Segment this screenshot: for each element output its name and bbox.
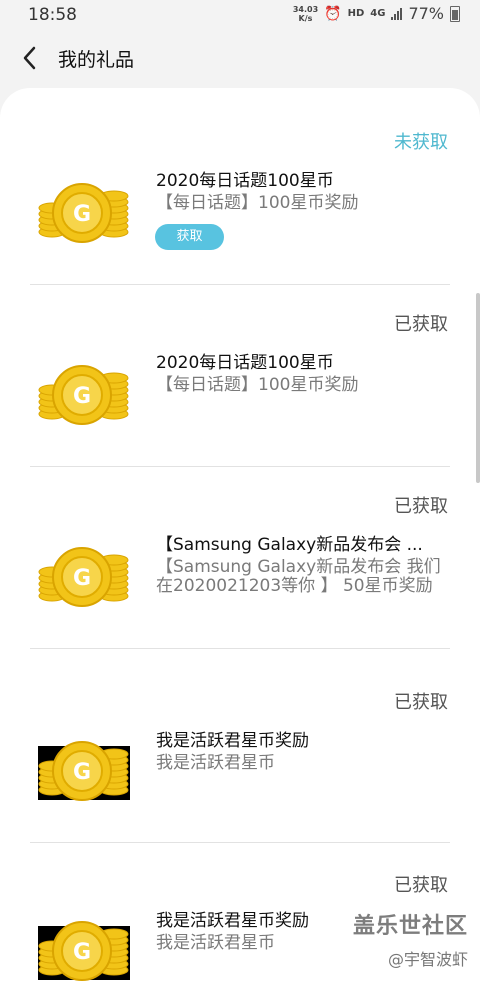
back-button[interactable] (16, 43, 46, 73)
back-arrow-icon (23, 46, 36, 70)
coin-icon: G (38, 921, 130, 981)
gift-title: 2020每日话题100星币 (156, 171, 334, 191)
svg-text:G: G (73, 760, 91, 785)
gift-desc: 我是活跃君星币 (156, 753, 275, 773)
net-speed-unit: K/s (298, 13, 313, 23)
gift-status: 已获取 (394, 314, 448, 335)
gift-desc: 【每日话题】100星币奖励 (156, 193, 359, 213)
gift-title: 【Samsung Galaxy新品发布会 ... (156, 535, 423, 555)
gift-title: 我是活跃君星币奖励 (156, 731, 309, 751)
net-speed: 34.03 K/s (293, 5, 318, 23)
battery-icon (450, 5, 460, 22)
coin-icon: G (38, 547, 129, 607)
gift-list-card: 未获取 G 2020每日话题100星币 【每日话题】100星币奖励 获取 已获取… (0, 88, 480, 1008)
gift-status: 未获取 (394, 132, 448, 153)
battery-percent: 77% (408, 4, 444, 23)
watermark: 盖乐世社区 @宇智波虾 (353, 908, 468, 970)
gift-status: 已获取 (394, 875, 448, 896)
hd-icon: HD (347, 8, 365, 19)
signal-icon (391, 7, 403, 20)
gift-desc: 【Samsung Galaxy新品发布会 我们在2020021203等你 】 5… (156, 557, 441, 596)
divider (30, 466, 450, 467)
divider (30, 284, 450, 285)
gift-status: 已获取 (394, 692, 448, 713)
net-speed-value: 34.03 (292, 4, 319, 14)
status-bar: 18:58 34.03 K/s ⏰ HD 4G 77% (0, 0, 480, 30)
gift-status: 已获取 (394, 496, 448, 517)
svg-text:G: G (73, 940, 91, 965)
claim-button[interactable]: 获取 (155, 224, 224, 250)
coin-icon: G (38, 365, 129, 425)
status-icons: 34.03 K/s ⏰ HD 4G 77% (293, 4, 460, 23)
svg-text:G: G (73, 566, 91, 591)
divider (30, 648, 450, 649)
gift-desc: 【每日话题】100星币奖励 (156, 375, 359, 395)
watermark-author: @宇智波虾 (387, 950, 468, 969)
divider (30, 842, 450, 843)
watermark-logo: 盖乐世社区 (352, 914, 468, 939)
coin-icon: G (38, 741, 130, 801)
network-type-icon: 4G (370, 8, 386, 19)
alarm-icon: ⏰ (324, 5, 342, 22)
scrollbar[interactable] (476, 293, 480, 483)
svg-text:G: G (73, 384, 91, 409)
gift-title: 2020每日话题100星币 (156, 353, 334, 373)
app-header: 我的礼品 (0, 38, 480, 78)
status-time: 18:58 (28, 5, 77, 25)
svg-text:G: G (73, 202, 91, 227)
page-title: 我的礼品 (58, 49, 135, 71)
coin-icon: G (38, 183, 129, 243)
